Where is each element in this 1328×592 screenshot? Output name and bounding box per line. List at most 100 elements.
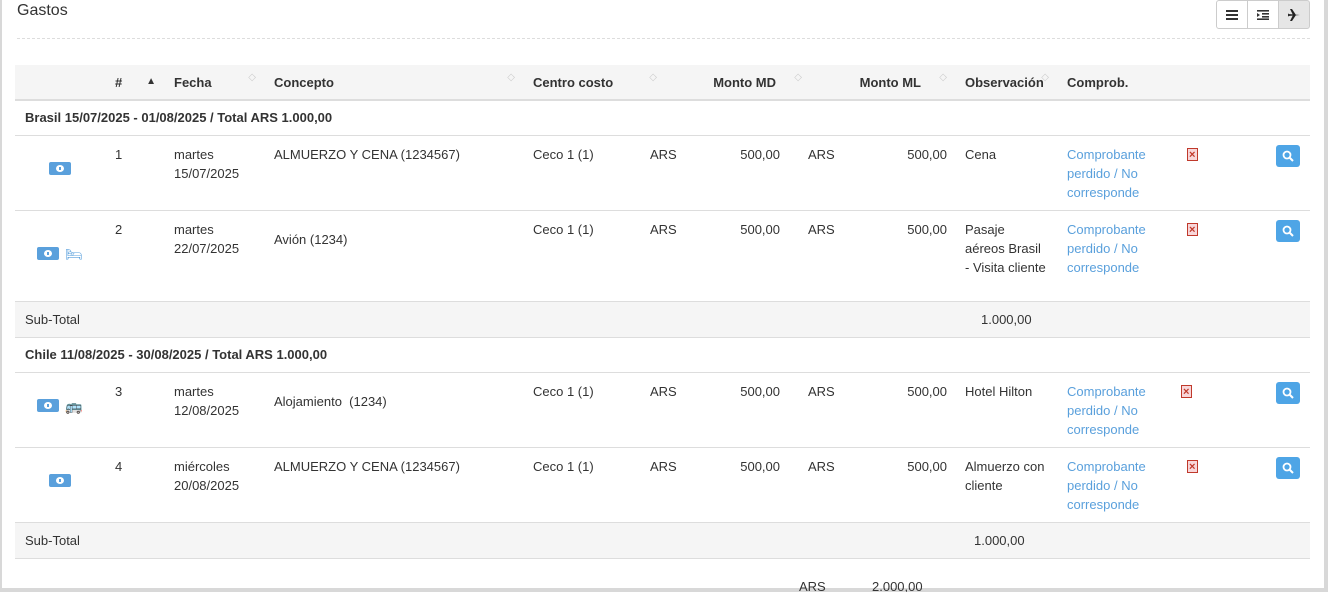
- money-icon: [37, 399, 60, 412]
- sort-icon: ◇: [794, 72, 802, 83]
- search-icon: [1282, 150, 1294, 162]
- indent-view-button[interactable]: [1247, 0, 1279, 29]
- row-observacion: Almuerzo con cliente: [955, 446, 1057, 522]
- row-monto-ml: ARS 500,00: [808, 134, 955, 210]
- sort-icon: ◇: [507, 72, 515, 83]
- subtotal-label: Sub-Total 1.000,00: [15, 300, 1057, 337]
- sort-icon: ◇: [649, 72, 657, 83]
- row-centro: Ceco 1 (1) ARS: [523, 446, 677, 522]
- row-observacion: Pasaje aéreos Brasil - Visita cliente: [955, 209, 1057, 301]
- row-observacion: Hotel Hilton: [955, 371, 1057, 447]
- row-comprobante-link[interactable]: Comprobante perdido / No corresponde: [1057, 371, 1177, 447]
- expense-type-icons: [25, 457, 95, 487]
- list-icon: [1226, 9, 1238, 20]
- row-centro: Ceco 1 (1) ARS: [523, 134, 677, 210]
- row-number: 4: [105, 446, 164, 522]
- row-actions: [1177, 446, 1310, 522]
- row-monto-md: 500,00: [665, 209, 810, 301]
- row-monto-ml: ARS 500,00: [808, 371, 955, 447]
- row-concepto: Alojamiento (1234): [264, 371, 523, 447]
- grand-total-value: 2.000,00: [872, 579, 923, 592]
- title-divider: [17, 38, 1310, 39]
- search-button[interactable]: [1276, 144, 1300, 167]
- expenses-table: # ▲ Fecha ◇ Concepto ◇ Centro costo ◇ Monto …: [15, 65, 1310, 592]
- search-button[interactable]: [1276, 381, 1300, 404]
- grand-total-row: ARS 2.000,00: [15, 557, 1310, 592]
- search-icon: [1282, 387, 1294, 399]
- sort-icon: ◇: [939, 72, 947, 83]
- row-monto-ml: ARS 500,00: [808, 209, 955, 301]
- sort-icon: ◇: [248, 72, 256, 83]
- subtotal-value: 1.000,00: [981, 311, 1032, 327]
- table-row: 4 miércoles 20/08/2025 ALMUERZO Y CENA (1…: [15, 446, 1310, 522]
- pdf-missing-icon[interactable]: [1181, 383, 1192, 402]
- list-view-button[interactable]: [1216, 0, 1248, 29]
- bed-icon: 🛏: [65, 245, 83, 262]
- row-concepto: Avión (1234): [264, 209, 523, 301]
- group-header-row: Brasil 15/07/2025 - 01/08/2025 / Total A…: [15, 99, 1310, 135]
- expense-type-icons: 🚌: [25, 382, 95, 413]
- row-actions: [1177, 134, 1310, 210]
- row-monto-ml: ARS 500,00: [808, 446, 955, 522]
- column-header-icons: [15, 65, 105, 101]
- row-number: 1: [105, 134, 164, 210]
- indent-icon: [1257, 9, 1269, 20]
- row-concepto: ALMUERZO Y CENA (1234567): [264, 446, 523, 522]
- grand-total-currency: ARS: [799, 579, 826, 592]
- row-fecha: martes 15/07/2025: [164, 134, 264, 210]
- row-centro: Ceco 1 (1) ARS: [523, 209, 677, 301]
- pdf-missing-icon[interactable]: [1187, 221, 1198, 240]
- table-row: 🚌 3 martes 12/08/2025 Alojamiento (1234) …: [15, 371, 1310, 447]
- row-fecha: martes 12/08/2025: [164, 371, 264, 447]
- table-header-row: # ▲ Fecha ◇ Concepto ◇ Centro costo ◇ Monto …: [15, 65, 1310, 101]
- column-header-comprob: Comprob.: [1057, 65, 1177, 101]
- row-monto-md: 500,00: [665, 134, 810, 210]
- trip-view-button[interactable]: [1278, 0, 1310, 29]
- expense-type-icons: [25, 145, 95, 175]
- row-monto-md: 500,00: [665, 371, 810, 447]
- money-icon: [37, 247, 60, 260]
- column-header-concepto[interactable]: Concepto ◇: [264, 65, 523, 101]
- subtotal-value: 1.000,00: [974, 532, 1025, 548]
- search-icon: [1282, 225, 1294, 237]
- row-number: 3: [105, 371, 164, 447]
- sort-asc-icon: ▲: [146, 76, 156, 87]
- row-centro: Ceco 1 (1) ARS: [523, 371, 677, 447]
- row-fecha: martes 22/07/2025: [164, 209, 264, 301]
- row-monto-md: 500,00: [665, 446, 810, 522]
- row-actions: [1177, 209, 1310, 301]
- group-header-row: Chile 11/08/2025 - 30/08/2025 / Total AR…: [15, 336, 1310, 372]
- column-header-num[interactable]: # ▲: [105, 65, 164, 101]
- column-header-monto-md[interactable]: Monto MD ◇: [665, 65, 810, 101]
- table-row: 🛏 2 martes 22/07/2025 Avión (1234) Ceco 1…: [15, 209, 1310, 301]
- subtotal-label: Sub-Total 1.000,00: [15, 521, 1057, 558]
- bus-icon: 🚌: [65, 397, 83, 414]
- row-actions: [1177, 371, 1310, 447]
- column-header-observacion[interactable]: Observación ◇: [955, 65, 1057, 101]
- table-row: 1 martes 15/07/2025 ALMUERZO Y CENA (1234…: [15, 134, 1310, 210]
- sort-icon: ◇: [1041, 72, 1049, 83]
- pdf-missing-icon[interactable]: [1187, 458, 1198, 477]
- row-comprobante-link[interactable]: Comprobante perdido / No corresponde: [1057, 446, 1177, 522]
- search-button[interactable]: [1276, 219, 1300, 242]
- row-number: 2: [105, 209, 164, 301]
- row-observacion: Cena: [955, 134, 1057, 210]
- page-title: Gastos: [17, 2, 68, 19]
- view-toggle-group: [1216, 0, 1310, 29]
- pdf-missing-icon[interactable]: [1187, 146, 1198, 165]
- column-header-fecha[interactable]: Fecha ◇: [164, 65, 264, 101]
- subtotal-row: Sub-Total 1.000,00: [15, 300, 1310, 337]
- money-icon: [49, 473, 71, 487]
- row-comprobante-link[interactable]: Comprobante perdido / No corresponde: [1057, 209, 1177, 301]
- expense-type-icons: 🛏: [25, 220, 95, 261]
- column-header-monto-ml[interactable]: Monto ML ◇: [810, 65, 955, 101]
- column-header-centro[interactable]: Centro costo ◇: [523, 65, 665, 101]
- row-fecha: miércoles 20/08/2025: [164, 446, 264, 522]
- row-comprobante-link[interactable]: Comprobante perdido / No corresponde: [1057, 134, 1177, 210]
- column-header-actions: [1177, 65, 1310, 101]
- search-button[interactable]: [1276, 456, 1300, 479]
- subtotal-row: Sub-Total 1.000,00: [15, 521, 1310, 558]
- search-icon: [1282, 462, 1294, 474]
- plane-icon: [1288, 8, 1300, 21]
- row-concepto: ALMUERZO Y CENA (1234567): [264, 134, 523, 210]
